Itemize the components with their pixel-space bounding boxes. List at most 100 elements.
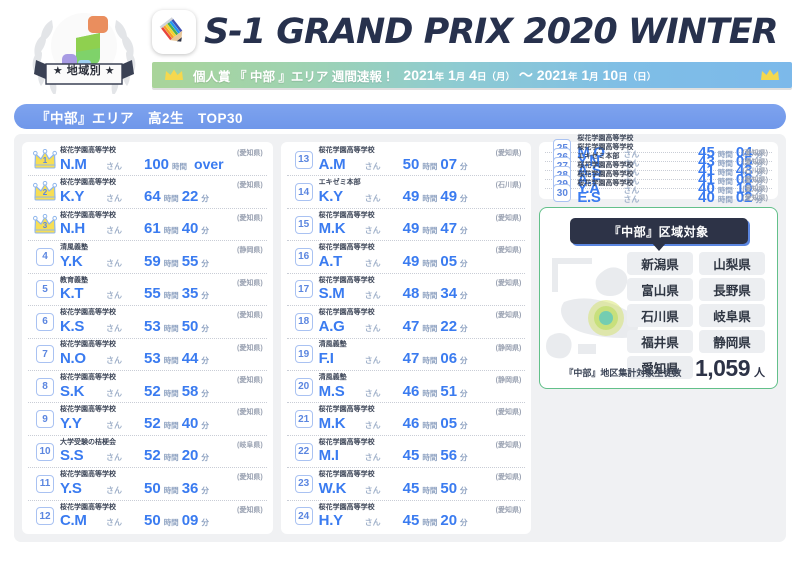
time-minute-unit: 分 bbox=[460, 323, 468, 333]
school-name: 桜花学園高等学校 bbox=[318, 308, 375, 316]
student-name: M.K bbox=[318, 220, 346, 238]
rank-badge: 30 bbox=[553, 184, 572, 202]
ranking-row[interactable]: 1 桜花学園高等学校 N.M さん 100 時間 over (愛知県) bbox=[28, 144, 267, 177]
ranking-row[interactable]: 30 桜花学園高等学校 E.S さん 40 時間 02 分 (愛知県) bbox=[545, 180, 772, 206]
honorific: さん bbox=[364, 388, 381, 398]
ranking-row[interactable]: 17 桜花学園高等学校 S.M さん 48 時間 34 分 (愛知県) bbox=[286, 274, 526, 307]
time-hour-unit: 時間 bbox=[163, 453, 179, 463]
time-minutes: 07 bbox=[440, 155, 458, 173]
ranking-row[interactable]: 21 桜花学園高等学校 M.K さん 46 時間 05 分 (愛知県) bbox=[286, 403, 526, 436]
time-minutes: 49 bbox=[440, 187, 458, 205]
rank-cell: 19 bbox=[289, 345, 319, 364]
student-name: E.S bbox=[577, 188, 601, 206]
ranking-row[interactable]: 2 桜花学園高等学校 K.Y さん 64 時間 22 分 (愛知県) bbox=[28, 176, 267, 209]
ranking-row[interactable]: 24 桜花学園高等学校 H.Y さん 45 時間 20 分 (愛知県) bbox=[287, 501, 526, 532]
prefecture-chip[interactable]: 石川県 bbox=[627, 304, 694, 327]
pencil-icon bbox=[159, 17, 183, 42]
time-hours: 46 bbox=[402, 382, 420, 400]
honorific: さん bbox=[364, 356, 381, 366]
ranking-row[interactable]: 8 桜花学園高等学校 S.K さん 52 時間 58 分 (愛知県) bbox=[28, 371, 267, 404]
ranking-row[interactable]: 3 桜花学園高等学校 N.H さん 61 時間 40 分 (愛知県) bbox=[28, 209, 267, 242]
header: ★ 地域別 ★ S-1 GRAND PRIX 2020 WINTER 個人賞 『… bbox=[0, 0, 800, 96]
ranking-row[interactable]: 7 桜花学園高等学校 N.O さん 53 時間 44 分 (愛知県) bbox=[28, 339, 267, 371]
crown-rank-icon: 3 bbox=[32, 213, 58, 236]
time-hours: 49 bbox=[402, 252, 420, 270]
ranking-row[interactable]: 22 桜花学園高等学校 M.I さん 45 時間 56 分 (愛知県) bbox=[286, 436, 526, 469]
time-minute-unit: 分 bbox=[201, 258, 209, 268]
entry-cell: 桜花学園高等学校 N.O さん 53 時間 44 分 bbox=[60, 341, 265, 367]
student-name: N.O bbox=[60, 350, 86, 368]
prefecture-chip[interactable]: 福井県 bbox=[627, 330, 694, 353]
time-minute-unit: 分 bbox=[201, 518, 209, 528]
date-day-1: 4 bbox=[469, 67, 477, 83]
prefecture-chip[interactable]: 新潟県 bbox=[627, 252, 694, 275]
entry-cell: 桜花学園高等学校 S.M さん 48 時間 34 分 bbox=[319, 277, 524, 303]
time-hours: 61 bbox=[144, 220, 161, 238]
date-weekday-1: （月） bbox=[486, 72, 515, 83]
entry-cell: 桜花学園高等学校 M.K さん 46 時間 05 分 bbox=[319, 406, 524, 432]
ranking-row[interactable]: 16 桜花学園高等学校 A.T さん 49 時間 05 分 (愛知県) bbox=[286, 241, 526, 274]
time-hours: 45 bbox=[402, 479, 420, 497]
school-name: 桜花学園高等学校 bbox=[60, 373, 116, 381]
school-name: 桜花学園高等学校 bbox=[318, 244, 375, 252]
school-name: 桜花学園高等学校 bbox=[318, 438, 375, 446]
ranking-row[interactable]: 10 大学受験の桔梗会 S.S さん 52 時間 20 分 (岐阜県) bbox=[28, 436, 267, 469]
school-name: 桜花学園高等学校 bbox=[318, 406, 375, 414]
ranking-row[interactable]: 5 教育義塾 K.T さん 55 時間 35 分 (愛知県) bbox=[28, 274, 267, 307]
study-time: 59 時間 55 分 bbox=[144, 253, 216, 270]
study-time: 45 時間 56 分 bbox=[403, 447, 475, 464]
crown-icon bbox=[165, 69, 183, 80]
ranking-row[interactable]: 12 桜花学園高等学校 C.M さん 50 時間 09 分 (愛知県) bbox=[28, 501, 267, 532]
rank-badge: 17 bbox=[294, 280, 313, 299]
time-minute-unit: 分 bbox=[201, 226, 209, 236]
honorific: さん bbox=[106, 291, 122, 301]
prefecture-chip[interactable]: 岐阜県 bbox=[699, 304, 766, 327]
prefecture-chip[interactable]: 長野県 bbox=[699, 278, 766, 301]
school-name: 桜花学園高等学校 bbox=[60, 406, 116, 414]
ranking-row[interactable]: 11 桜花学園高等学校 Y.S さん 50 時間 36 分 (愛知県) bbox=[28, 468, 267, 501]
ranking-row[interactable]: 14 エキゼミ本部 K.Y さん 49 時間 49 分 (石川県) bbox=[286, 176, 526, 209]
school-name: 桜花学園高等学校 bbox=[577, 144, 634, 152]
rank-cell: 11 bbox=[30, 474, 60, 493]
prefecture-chip[interactable]: 富山県 bbox=[627, 278, 694, 301]
ranking-row[interactable]: 19 清風義塾 F.I さん 47 時間 06 分 (静岡県) bbox=[286, 339, 526, 371]
ranking-row[interactable]: 9 桜花学園高等学校 Y.Y さん 52 時間 40 分 (愛知県) bbox=[28, 403, 267, 436]
ranking-row[interactable]: 4 清風義塾 Y.K さん 59 時間 55 分 (静岡県) bbox=[28, 241, 267, 274]
time-minute-unit: 分 bbox=[460, 193, 468, 203]
study-time: 45 時間 50 分 bbox=[403, 480, 475, 497]
school-name: 桜花学園高等学校 bbox=[60, 146, 116, 154]
school-name: 清風義塾 bbox=[318, 373, 347, 381]
ranking-row[interactable]: 23 桜花学園高等学校 W.K さん 45 時間 50 分 (愛知県) bbox=[286, 468, 526, 501]
ranking-row[interactable]: 15 桜花学園高等学校 M.K さん 49 時間 47 分 (愛知県) bbox=[286, 209, 526, 242]
prefecture-label: (愛知県) bbox=[495, 247, 522, 255]
entry-cell: 清風義塾 Y.K さん 59 時間 55 分 bbox=[60, 244, 265, 270]
student-name: S.K bbox=[60, 382, 85, 400]
prefecture-chip[interactable]: 山梨県 bbox=[699, 252, 766, 275]
prefecture-label: (愛知県) bbox=[237, 150, 263, 157]
ranking-row[interactable]: 18 桜花学園高等学校 A.G さん 47 時間 22 分 (愛知県) bbox=[286, 306, 526, 339]
ranking-panel: 1 桜花学園高等学校 N.M さん 100 時間 over (愛知県) 2 桜花学園高等学校 K.Y… bbox=[14, 134, 786, 542]
entry-cell: 桜花学園高等学校 N.H さん 61 時間 40 分 bbox=[60, 212, 265, 238]
entry-cell: 桜花学園高等学校 Y.S さん 50 時間 36 分 bbox=[60, 471, 265, 497]
time-minutes: 22 bbox=[181, 187, 199, 205]
time-hour-unit: 時間 bbox=[422, 453, 438, 463]
honorific: さん bbox=[106, 518, 122, 528]
rank-cell: 13 bbox=[289, 150, 319, 169]
time-hour-unit: 時間 bbox=[422, 258, 438, 268]
time-minute-unit: 分 bbox=[201, 356, 209, 366]
rank-cell: 7 bbox=[30, 345, 60, 364]
title-block: S-1 GRAND PRIX 2020 WINTER 個人賞 『 中部 』エリア… bbox=[152, 6, 792, 88]
ranking-row[interactable]: 13 桜花学園高等学校 A.M さん 50 時間 07 分 (愛知県) bbox=[286, 144, 526, 177]
ranking-row[interactable]: 20 清風義塾 M.S さん 46 時間 51 分 (静岡県) bbox=[286, 371, 526, 404]
rank-badge: 15 bbox=[294, 215, 313, 234]
prefecture-chip[interactable]: 静岡県 bbox=[699, 330, 766, 353]
time-minutes: 34 bbox=[440, 285, 458, 303]
subtitle-bar: 個人賞 『 中部 』エリア 週間速報！ 2021年 1月 4日（月） 〜 202… bbox=[152, 62, 792, 88]
time-minutes: 20 bbox=[181, 447, 199, 465]
ranking-row[interactable]: 6 桜花学園高等学校 K.S さん 53 時間 50 分 (愛知県) bbox=[28, 306, 267, 339]
time-hours: 52 bbox=[144, 414, 161, 432]
time-hours: 46 bbox=[402, 414, 420, 432]
time-hours: 52 bbox=[144, 382, 161, 400]
crown-icon-right bbox=[761, 69, 779, 80]
study-time: 47 時間 22 分 bbox=[403, 318, 475, 335]
